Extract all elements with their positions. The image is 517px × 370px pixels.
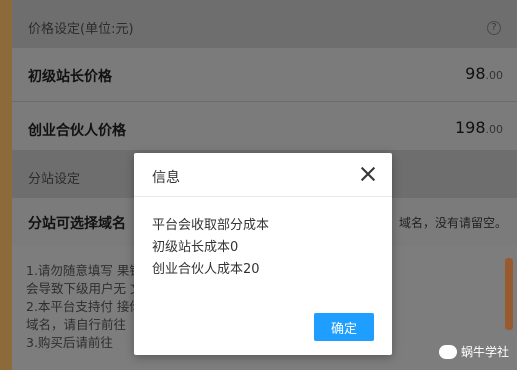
ok-button[interactable]: 确定 xyxy=(314,313,374,341)
wechat-icon xyxy=(438,344,457,359)
substation-section-title: 分站设定 xyxy=(28,172,81,187)
dialog-line: 平台会收取部分成本 xyxy=(152,218,270,233)
partner-price-value[interactable]: 198.00 xyxy=(455,118,503,137)
dialog-title: 信息 xyxy=(152,170,180,186)
dialog-line: 初级站长成本0 xyxy=(152,240,239,255)
junior-price-value[interactable]: 98.00 xyxy=(465,64,503,83)
dialog-line: 创业合伙人成本20 xyxy=(152,262,260,277)
dialog-header: 信息 xyxy=(134,153,392,197)
watermark-text: 蜗牛学社 xyxy=(460,345,509,359)
price-row-junior: 初级站长价格 98.00 xyxy=(12,48,517,102)
domain-hint: 域名，没有请留空。 xyxy=(398,216,507,230)
watermark: 蜗牛学社 xyxy=(438,343,509,360)
junior-price-label: 初级站长价格 xyxy=(28,69,112,85)
info-dialog: 信息 平台会收取部分成本 初级站长成本0 创业合伙人成本20 确定 xyxy=(134,153,392,355)
domain-label: 分站可选择域名 xyxy=(28,216,126,232)
help-icon[interactable]: ? xyxy=(487,21,501,35)
dialog-body: 平台会收取部分成本 初级站长成本0 创业合伙人成本20 xyxy=(152,215,269,281)
scrollbar-thumb[interactable] xyxy=(505,258,513,330)
close-icon[interactable] xyxy=(360,166,376,182)
price-section-header: 价格设定(单位:元) ? xyxy=(12,0,517,48)
partner-price-label: 创业合伙人价格 xyxy=(28,123,126,139)
price-row-partner: 创业合伙人价格 198.00 xyxy=(12,102,517,156)
left-edge-strip xyxy=(0,0,12,370)
price-section-title: 价格设定(单位:元) xyxy=(28,22,134,37)
